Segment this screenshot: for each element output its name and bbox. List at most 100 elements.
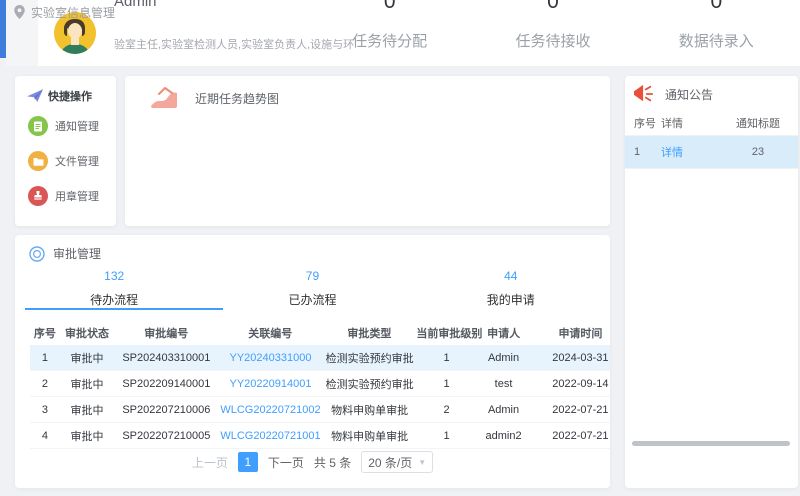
col-header: 关联编号: [218, 325, 322, 341]
stat-label: 数据待录入: [635, 30, 798, 51]
cell-approval-no: SP202207210005: [114, 430, 218, 442]
quick-action-label: 通知管理: [55, 118, 99, 134]
next-page-button[interactable]: 下一页: [268, 454, 304, 471]
area-chart-icon: [149, 86, 179, 110]
cell-related-no-link[interactable]: YY20240331000: [218, 352, 322, 364]
col-header: 序号: [30, 325, 60, 341]
cell-related-no-link[interactable]: WLCG20220721001: [218, 430, 322, 442]
cell-index: 4: [30, 430, 60, 442]
cell-type: 物料申购单审批: [323, 402, 417, 418]
cell-related-no-link[interactable]: YY20220914001: [218, 378, 322, 390]
col-notice-title: 通知标题: [723, 115, 793, 131]
notices-card: 通知公告 序号 详情 通知标题 1 详情 23: [625, 76, 798, 488]
stat-value: 0: [635, 0, 798, 14]
location-pin-icon: [14, 5, 25, 19]
cell-status: 审批中: [60, 376, 115, 392]
cell-type: 物料申购单审批: [323, 428, 417, 444]
prev-page-button[interactable]: 上一页: [192, 454, 228, 471]
notice-row[interactable]: 1 详情 23: [625, 136, 798, 169]
cell-level: 1: [417, 430, 477, 442]
total-count-label: 共 5 条: [314, 454, 351, 471]
breadcrumb: 实验室信息管理: [14, 3, 115, 21]
cell-index: 2: [30, 378, 60, 390]
quick-actions-title: 快捷操作: [48, 88, 92, 104]
active-tab-indicator: [25, 308, 223, 310]
page-size-value: 20 条/页: [368, 454, 412, 471]
tab-count: 132: [15, 269, 213, 283]
cell-approval-no: SP202403310001: [114, 352, 218, 364]
approval-badge-icon: [29, 246, 45, 262]
horizontal-scrollbar[interactable]: [632, 441, 790, 446]
cell-status: 审批中: [60, 350, 115, 366]
trend-chart-header: 近期任务趋势图: [149, 86, 279, 110]
tab-count: 44: [412, 269, 610, 283]
stat-tasks-to-receive: 0 任务待接收: [471, 0, 634, 66]
page-size-select[interactable]: 20 条/页 ▼: [361, 451, 433, 473]
left-accent-bar: [0, 0, 6, 58]
cell-related-no-link[interactable]: WLCG20220721002: [218, 404, 322, 416]
cell-status: 审批中: [60, 402, 115, 418]
cell-applicant: admin2: [476, 430, 531, 442]
cell-apply-date: 2022-07-21: [531, 430, 610, 442]
col-header: 申请人: [476, 325, 531, 341]
tab-label: 我的申请: [412, 291, 610, 308]
quick-actions-card: 快捷操作 通知管理 文件管理 用章管理: [15, 76, 116, 226]
cell-level: 1: [417, 378, 477, 390]
table-row[interactable]: 2 审批中 SP202209140001 YY20220914001 检测实验预…: [30, 371, 610, 397]
cell-type: 检测实验预约审批: [323, 350, 417, 366]
notices-header: 通知公告: [633, 84, 713, 104]
quick-action-seal-mgmt[interactable]: 用章管理: [28, 186, 99, 206]
col-header: 审批状态: [60, 325, 115, 341]
table-row[interactable]: 4 审批中 SP202207210005 WLCG20220721001 物料申…: [30, 423, 610, 449]
cell-apply-date: 2022-07-21: [531, 404, 610, 416]
stat-data-to-enter: 0 数据待录入: [635, 0, 798, 66]
notices-table: 序号 详情 通知标题 1 详情 23: [625, 110, 798, 169]
table-row[interactable]: 3 审批中 SP202207210006 WLCG20220721002 物料申…: [30, 397, 610, 423]
cell-index: 1: [30, 352, 60, 364]
cell-apply-date: 2024-03-31: [531, 352, 610, 364]
breadcrumb-title: 实验室信息管理: [31, 4, 115, 21]
chevron-down-icon: ▼: [418, 458, 426, 467]
cell-approval-no: SP202207210006: [114, 404, 218, 416]
stat-tasks-to-assign: 0 任务待分配: [308, 0, 471, 66]
approvals-table-header: 序号 审批状态 审批编号 关联编号 审批类型 当前审批级别 申请人 申请时间: [30, 321, 610, 345]
col-header: 审批编号: [114, 325, 218, 341]
approvals-table: 序号 审批状态 审批编号 关联编号 审批类型 当前审批级别 申请人 申请时间 1…: [30, 321, 610, 449]
quick-actions-header: 快捷操作: [27, 88, 92, 104]
notices-table-header: 序号 详情 通知标题: [625, 110, 798, 136]
notice-detail-link[interactable]: 详情: [661, 147, 683, 159]
page-1-button[interactable]: 1: [238, 452, 258, 472]
cell-status: 审批中: [60, 428, 115, 444]
table-row[interactable]: 1 审批中 SP202403310001 YY20240331000 检测实验预…: [30, 345, 610, 371]
notice-title-value: 23: [723, 146, 793, 158]
cell-level: 1: [417, 352, 477, 364]
approvals-card: 审批管理 132 待办流程 79 已办流程 44 我的申请 序号 审批状态 审批…: [15, 235, 610, 488]
pagination: 上一页 1 下一页 共 5 条 20 条/页 ▼: [15, 451, 610, 473]
user-header-card: Admin 验室主任,实验室检测人员,实验室负责人,设施与环 0 任务待分配 0…: [38, 0, 800, 66]
tab-label: 待办流程: [15, 291, 213, 308]
cell-type: 检测实验预约审批: [323, 376, 417, 392]
notice-index: 1: [625, 146, 661, 158]
megaphone-icon: [633, 84, 655, 104]
tab-label: 已办流程: [213, 291, 411, 308]
approvals-title: 审批管理: [53, 245, 101, 262]
tab-pending-flows[interactable]: 132 待办流程: [15, 263, 213, 311]
trend-chart-title: 近期任务趋势图: [195, 90, 279, 107]
quick-action-notice-mgmt[interactable]: 通知管理: [28, 116, 99, 136]
approvals-header: 审批管理: [29, 245, 101, 262]
quick-action-label: 用章管理: [55, 188, 99, 204]
folder-icon: [28, 151, 48, 171]
quick-action-label: 文件管理: [55, 153, 99, 169]
paper-plane-icon: [27, 89, 43, 103]
stat-label: 任务待接收: [471, 30, 634, 51]
tab-my-applications[interactable]: 44 我的申请: [412, 263, 610, 311]
document-icon: [28, 116, 48, 136]
cell-applicant: Admin: [476, 404, 531, 416]
stat-value: 0: [308, 0, 471, 14]
col-detail: 详情: [661, 115, 723, 131]
quick-action-file-mgmt[interactable]: 文件管理: [28, 151, 99, 171]
notices-title: 通知公告: [665, 86, 713, 103]
cell-level: 2: [417, 404, 477, 416]
tab-done-flows[interactable]: 79 已办流程: [213, 263, 411, 311]
stat-label: 任务待分配: [308, 30, 471, 51]
